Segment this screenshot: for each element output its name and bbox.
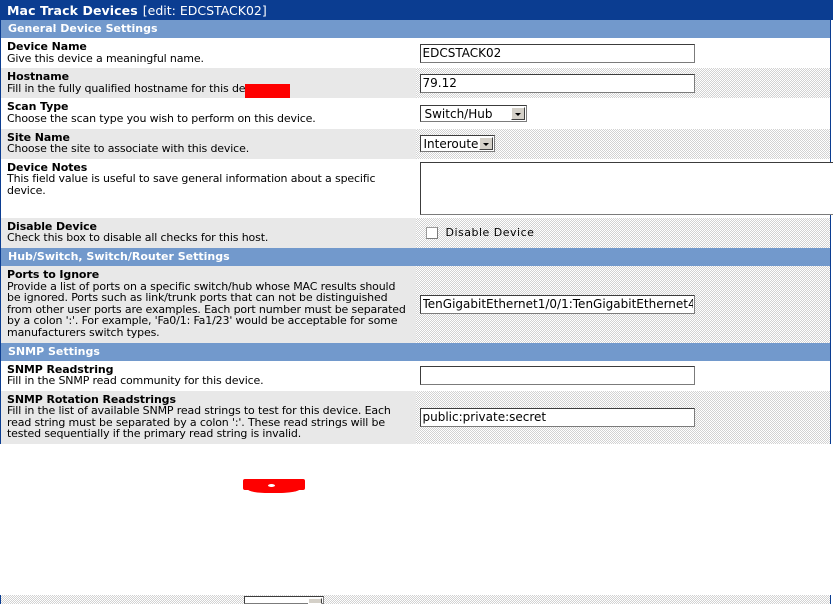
site-name-label-cell: Site Name Choose the site to associate w…: [1, 129, 416, 159]
ports-to-ignore-field-cell: [416, 266, 831, 343]
ports-to-ignore-label-cell: Ports to Ignore Provide a list of ports …: [1, 266, 416, 343]
hostname-field-cell: [416, 68, 831, 98]
section-header-hubswitch: Hub/Switch, Switch/Router Settings: [1, 248, 831, 266]
section-header-general: General Device Settings: [1, 20, 831, 38]
site-name-selected-value: Interoute: [423, 137, 479, 152]
chevron-down-icon[interactable]: [478, 137, 493, 151]
row-ports-to-ignore: Ports to Ignore Provide a list of ports …: [1, 266, 831, 343]
scan-type-selected-value: Switch/Hub: [424, 106, 493, 121]
device-notes-field-cell: [415, 158, 833, 218]
ports-to-ignore-label: Ports to Ignore: [7, 267, 100, 281]
row-site-name: Site Name Choose the site to associate w…: [1, 129, 831, 159]
clipped-select[interactable]: [244, 596, 324, 604]
snmp-rotation-label-cell: SNMP Rotation Readstrings Fill in the li…: [1, 391, 416, 444]
section-header-general-label: General Device Settings: [1, 20, 831, 38]
scan-type-select[interactable]: Switch/Hub: [419, 104, 527, 122]
snmp-rotation-description: Fill in the list of available SNMP read …: [7, 404, 391, 441]
snmp-rotation-input[interactable]: [419, 407, 695, 427]
device-name-input[interactable]: [419, 43, 695, 63]
device-notes-textarea[interactable]: [420, 162, 833, 214]
device-settings-form: General Device Settings Device Name Give…: [0, 20, 833, 445]
disable-device-checkbox-label: Disable Device: [445, 226, 535, 240]
site-name-field-cell: Interoute: [416, 129, 831, 159]
snmp-readstring-label-cell: SNMP Readstring Fill in the SNMP read co…: [0, 360, 416, 391]
site-name-description: Choose the site to associate with this d…: [7, 142, 250, 156]
section-header-snmp: SNMP Settings: [1, 343, 831, 361]
snmp-readstring-description: Fill in the SNMP read community for this…: [7, 374, 264, 388]
device-name-label: Device Name: [7, 40, 87, 53]
row-disable-device: Disable Device Check this box to disable…: [1, 218, 831, 248]
snmp-readstring-redaction-mark-3: [256, 487, 294, 493]
disable-device-checkbox-row[interactable]: Disable Device: [420, 226, 829, 239]
scan-type-description: Choose the scan type you wish to perform…: [7, 111, 316, 125]
disable-device-field-cell: Disable Device: [416, 218, 831, 248]
scan-type-field-cell: Switch/Hub: [415, 98, 831, 129]
device-notes-textarea-wrapper: [419, 161, 833, 215]
device-name-field-cell: [415, 38, 831, 69]
device-notes-label-cell: Device Notes This field value is useful …: [0, 158, 416, 218]
hostname-description: Fill in the fully qualified hostname for…: [7, 81, 271, 95]
device-name-label-cell: Device Name Give this device a meaningfu…: [0, 38, 416, 69]
snmp-rotation-field-cell: [416, 391, 831, 444]
snmp-readstring-field-cell: [415, 360, 831, 391]
snmp-readstring-redaction-mark: [243, 479, 305, 490]
hostname-input[interactable]: [419, 73, 695, 93]
snmp-readstring-input[interactable]: [419, 366, 695, 386]
ports-to-ignore-description: Provide a list of ports on a specific sw…: [7, 279, 406, 339]
section-header-snmp-label: SNMP Settings: [1, 343, 831, 361]
disable-device-checkbox[interactable]: [425, 226, 438, 239]
row-scan-type: Scan Type Choose the scan type you wish …: [0, 98, 831, 129]
row-device-notes: Device Notes This field value is useful …: [0, 158, 833, 218]
site-name-select[interactable]: Interoute: [419, 135, 495, 153]
device-name-description: Give this device a meaningful name.: [7, 51, 204, 65]
chevron-down-icon[interactable]: [308, 598, 322, 604]
chevron-down-icon[interactable]: [510, 106, 525, 120]
page-title-context: [edit: EDCSTACK02]: [142, 3, 267, 18]
disable-device-description: Check this box to disable all checks for…: [7, 231, 269, 245]
row-device-name: Device Name Give this device a meaningfu…: [0, 38, 831, 69]
section-header-hubswitch-label: Hub/Switch, Switch/Router Settings: [1, 248, 831, 266]
row-hostname: Hostname Fill in the fully qualified hos…: [1, 68, 831, 98]
row-snmp-rotation-readstrings: SNMP Rotation Readstrings Fill in the li…: [1, 391, 831, 444]
row-snmp-readstring: SNMP Readstring Fill in the SNMP read co…: [0, 360, 831, 391]
page-title: Mac Track Devices: [7, 3, 138, 18]
window-title-bar: Mac Track Devices [edit: EDCSTACK02]: [0, 0, 833, 20]
hostname-label-cell: Hostname Fill in the fully qualified hos…: [1, 68, 416, 98]
scan-type-label-cell: Scan Type Choose the scan type you wish …: [0, 98, 416, 129]
snmp-readstring-redaction-gap: [268, 484, 275, 487]
mac-track-devices-page: Mac Track Devices [edit: EDCSTACK02] Gen…: [0, 0, 833, 604]
device-notes-description: This field value is useful to save gener…: [7, 172, 376, 197]
disable-device-label-cell: Disable Device Check this box to disable…: [1, 218, 416, 248]
clipped-bottom-control: [0, 595, 833, 604]
snmp-readstring-redaction-mark-2: [248, 484, 300, 493]
ports-to-ignore-input[interactable]: [419, 294, 695, 314]
